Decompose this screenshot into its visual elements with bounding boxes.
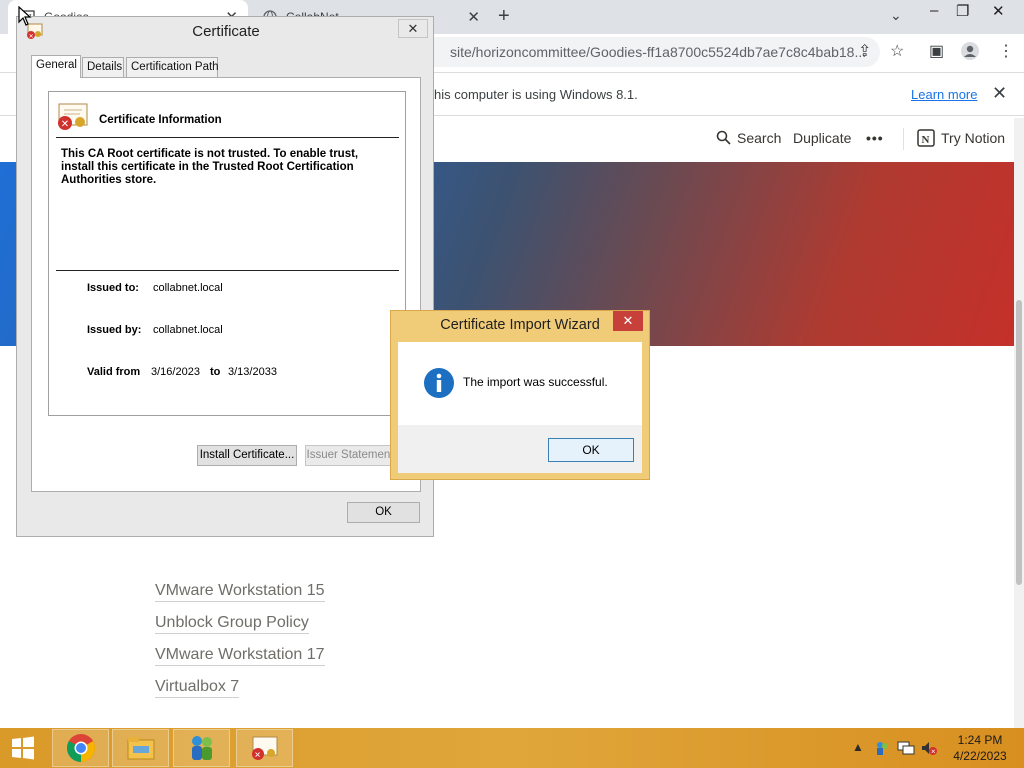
import-wizard-dialog: Certificate Import Wizard ✕ The import w…: [390, 310, 650, 480]
mouse-cursor-icon: [18, 5, 32, 31]
new-tab-button[interactable]: +: [498, 5, 510, 28]
infobar-message: his computer is using Windows 8.1.: [434, 87, 638, 102]
issued-by-value: collabnet.local: [153, 324, 223, 336]
infobar-close-icon[interactable]: ✕: [992, 83, 1007, 104]
show-hidden-icons-chevron-icon[interactable]: ▲: [852, 740, 864, 754]
side-panel-icon[interactable]: ▣: [929, 41, 944, 61]
page-scrollbar-thumb[interactable]: [1016, 300, 1022, 585]
issuer-statement-button: Issuer Statement: [305, 445, 395, 466]
issued-by-label: Issued by:: [87, 324, 142, 336]
svg-text:✕: ✕: [254, 751, 261, 760]
svg-text:✕: ✕: [61, 119, 69, 130]
certificate-taskbar-icon[interactable]: ✕: [236, 729, 293, 767]
untrusted-warning-text: This CA Root certificate is not trusted.…: [61, 148, 359, 186]
issued-to-value: collabnet.local: [153, 282, 223, 294]
tab-search-chevron-icon[interactable]: ⌄: [890, 7, 902, 24]
certificate-information-box: ✕ Certificate Information This CA Root c…: [48, 91, 406, 416]
system-clock[interactable]: 1:24 PM 4/22/2023: [950, 732, 1010, 764]
information-icon: [423, 367, 455, 404]
more-options-button[interactable]: •••: [866, 130, 884, 146]
bookmark-star-icon[interactable]: ☆: [890, 41, 904, 61]
windows-start-icon[interactable]: [0, 729, 46, 767]
divider: [56, 137, 399, 138]
link-virtualbox-7[interactable]: Virtualbox 7: [155, 678, 240, 698]
link-vmware-workstation-15[interactable]: VMware Workstation 15: [155, 582, 325, 602]
minimize-icon[interactable]: –: [930, 2, 938, 19]
search-button[interactable]: Search: [737, 130, 781, 146]
import-wizard-title: Certificate Import Wizard: [440, 317, 600, 333]
restore-icon[interactable]: ❐: [956, 2, 969, 20]
profile-avatar-icon[interactable]: [960, 41, 980, 66]
chrome-taskbar-icon[interactable]: [52, 729, 109, 767]
tab-certification-path[interactable]: Certification Path: [126, 57, 219, 77]
general-tab-pane: ✕ Certificate Information This CA Root c…: [31, 77, 421, 492]
learn-more-link[interactable]: Learn more: [911, 87, 977, 102]
tab-close-icon[interactable]: ✕: [467, 8, 480, 26]
try-notion-button[interactable]: Try Notion: [941, 130, 1005, 146]
menu-dots-icon[interactable]: ⋮: [998, 41, 1014, 61]
certificate-dialog-title: Certificate: [192, 23, 260, 40]
link-vmware-workstation-17[interactable]: VMware Workstation 17: [155, 646, 325, 666]
clock-time: 1:24 PM: [957, 733, 1003, 747]
window-close-icon[interactable]: ✕: [992, 2, 1005, 20]
notion-logo-icon: N: [917, 129, 935, 150]
svg-text:✕: ✕: [931, 749, 936, 756]
issued-to-label: Issued to:: [87, 282, 139, 294]
install-certificate-button[interactable]: Install Certificate...: [197, 445, 297, 466]
import-success-message: The import was successful.: [463, 375, 608, 389]
certificate-close-button[interactable]: ✕: [398, 19, 428, 38]
import-wizard-close-button[interactable]: ✕: [613, 311, 643, 331]
tab-general[interactable]: General: [31, 55, 81, 78]
certificate-ok-button[interactable]: OK: [347, 502, 420, 523]
network-icon[interactable]: [897, 740, 915, 759]
valid-from-value: 3/16/2023: [151, 366, 200, 378]
url-text: site/horizoncommittee/Goodies-ff1a8700c5…: [450, 44, 867, 60]
certificate-dialog: ✕ Certificate ✕ General Details Certific…: [16, 16, 434, 537]
volume-muted-icon[interactable]: ✕: [920, 740, 938, 759]
network-users-taskbar-icon[interactable]: [173, 729, 230, 767]
certificate-untrusted-icon: ✕: [56, 102, 90, 137]
divider: [903, 128, 904, 150]
valid-to-value: 3/13/2033: [228, 366, 277, 378]
windows-taskbar: ✕ ▲ ✕ 1:24 PM 4/22/2023: [0, 728, 1024, 768]
certificate-info-heading: Certificate Information: [99, 114, 222, 126]
tab-details[interactable]: Details: [82, 57, 124, 77]
valid-to-label: to: [210, 366, 221, 378]
duplicate-button[interactable]: Duplicate: [793, 130, 851, 146]
svg-text:N: N: [922, 134, 930, 146]
share-icon[interactable]: ⇪: [858, 41, 871, 61]
divider: [56, 270, 399, 271]
search-icon[interactable]: [716, 130, 731, 146]
link-unblock-group-policy[interactable]: Unblock Group Policy: [155, 614, 309, 634]
clock-date: 4/22/2023: [953, 749, 1007, 763]
import-wizard-ok-button[interactable]: OK: [548, 438, 634, 462]
valid-from-label: Valid from: [87, 366, 141, 378]
tray-app-icon[interactable]: [874, 740, 890, 759]
file-explorer-taskbar-icon[interactable]: [112, 729, 169, 767]
